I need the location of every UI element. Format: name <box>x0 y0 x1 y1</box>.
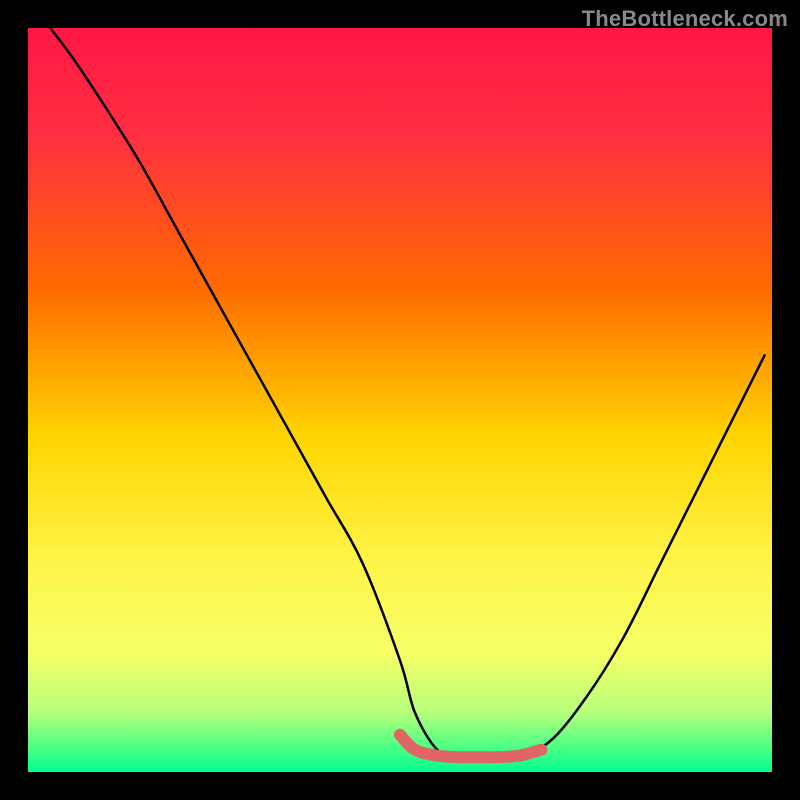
watermark-text: TheBottleneck.com <box>582 6 788 32</box>
bottleneck-chart <box>0 0 800 800</box>
chart-frame: TheBottleneck.com <box>0 0 800 800</box>
